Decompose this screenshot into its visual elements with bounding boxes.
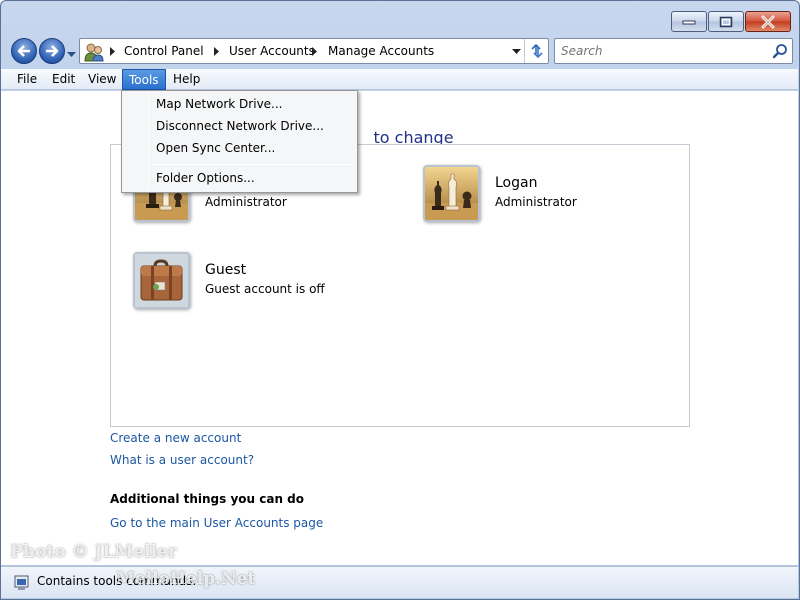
user-accounts-icon xyxy=(84,43,104,62)
tools-status-icon xyxy=(14,575,29,590)
minimize-icon xyxy=(682,20,696,24)
breadcrumb-separator-icon xyxy=(214,47,219,56)
close-button[interactable] xyxy=(745,11,791,32)
account-picture-suitcase xyxy=(133,252,190,309)
menu-icon-gutter xyxy=(148,93,149,190)
search-input[interactable] xyxy=(559,43,764,59)
breadcrumb-manage-accounts[interactable]: Manage Accounts xyxy=(328,44,434,58)
menu-item-disconnect-network-drive[interactable]: Disconnect Network Drive... xyxy=(156,119,324,133)
maximize-icon xyxy=(719,16,733,27)
breadcrumb-user-accounts[interactable]: User Accounts xyxy=(229,44,315,58)
breadcrumb-separator-icon xyxy=(110,47,115,56)
menu-item-folder-options[interactable]: Folder Options... xyxy=(156,171,255,185)
chevron-down-icon xyxy=(67,52,76,57)
menu-bar: File Edit View Tools Help xyxy=(1,69,798,90)
user-accounts-main-page-link[interactable]: Go to the main User Accounts page xyxy=(110,516,323,530)
address-bar[interactable]: Control Panel User Accounts Manage Accou… xyxy=(79,38,549,64)
menu-file[interactable]: File xyxy=(11,69,43,90)
forward-button[interactable] xyxy=(39,38,65,64)
search-icon[interactable] xyxy=(772,43,788,59)
account-tile-logan[interactable]: Logan Administrator xyxy=(423,165,663,227)
status-bar: Contains tools commands. xyxy=(1,566,798,598)
account-name: Guest xyxy=(205,262,247,278)
account-type: Administrator xyxy=(495,195,577,209)
search-box[interactable] xyxy=(554,38,793,64)
suitcase-icon xyxy=(135,254,188,307)
account-type: Guest account is off xyxy=(205,282,325,296)
back-arrow-icon xyxy=(17,45,30,57)
caption-buttons xyxy=(671,11,791,32)
account-tile-guest[interactable]: Guest Guest account is off xyxy=(133,252,373,314)
back-button[interactable] xyxy=(11,38,37,64)
navigation-bar: Control Panel User Accounts Manage Accou… xyxy=(9,37,793,65)
status-text: Contains tools commands. xyxy=(37,574,197,588)
chess-pieces-icon xyxy=(425,167,478,220)
menu-edit[interactable]: Edit xyxy=(46,69,81,90)
forward-arrow-icon xyxy=(46,45,59,57)
menu-item-open-sync-center[interactable]: Open Sync Center... xyxy=(156,141,275,155)
menu-view[interactable]: View xyxy=(82,69,122,90)
create-account-link[interactable]: Create a new account xyxy=(110,431,241,445)
refresh-button[interactable] xyxy=(524,39,549,63)
recent-pages-dropdown[interactable] xyxy=(67,47,76,61)
additional-things-heading: Additional things you can do xyxy=(110,492,305,506)
address-history-chevron-icon[interactable] xyxy=(512,49,521,55)
minimize-button[interactable] xyxy=(671,11,707,32)
what-is-user-account-link[interactable]: What is a user account? xyxy=(110,453,254,467)
close-icon xyxy=(761,15,775,28)
menu-help[interactable]: Help xyxy=(167,69,206,90)
breadcrumb-separator-icon xyxy=(312,47,317,56)
menu-tools[interactable]: Tools xyxy=(122,69,166,90)
maximize-button[interactable] xyxy=(708,11,744,32)
account-type: Administrator xyxy=(205,195,287,209)
refresh-icon xyxy=(531,43,543,59)
menu-item-map-network-drive[interactable]: Map Network Drive... xyxy=(156,97,283,111)
tools-dropdown-menu: Map Network Drive... Disconnect Network … xyxy=(121,90,358,193)
menu-separator xyxy=(152,164,354,165)
breadcrumb-control-panel[interactable]: Control Panel xyxy=(124,44,204,58)
account-name: Logan xyxy=(495,175,538,191)
account-picture-chess xyxy=(423,165,480,222)
